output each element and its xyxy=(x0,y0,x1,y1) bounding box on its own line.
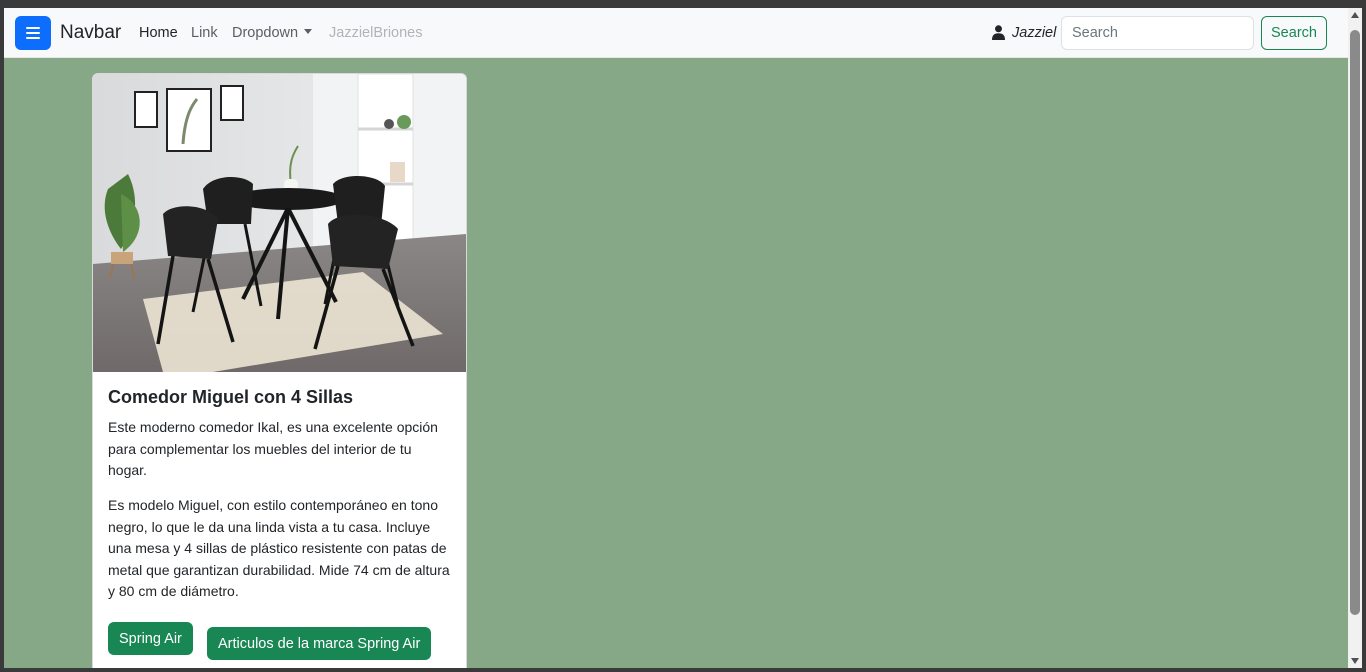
scroll-down-arrow-icon[interactable] xyxy=(1351,658,1359,664)
user-icon xyxy=(992,25,1005,40)
navbar: Navbar Home Link Dropdown JazzielBriones… xyxy=(4,8,1348,58)
navbar-toggler-button[interactable] xyxy=(15,16,51,50)
card-paragraph-1: Este moderno comedor Ikal, es una excele… xyxy=(108,419,438,479)
search-button[interactable]: Search xyxy=(1261,16,1327,50)
nav-dropdown-label: Dropdown xyxy=(232,25,299,41)
product-card: Comedor Miguel con 4 Sillas Este moderno… xyxy=(92,73,467,668)
scroll-thumb[interactable] xyxy=(1350,30,1360,615)
nav-link-home[interactable]: Home xyxy=(139,24,178,42)
window-frame xyxy=(0,0,1366,8)
caret-down-icon xyxy=(304,29,313,34)
card-image xyxy=(93,74,466,372)
user-name: Jazziel xyxy=(1012,25,1057,41)
spring-air-button[interactable]: Spring Air xyxy=(108,622,193,655)
scroll-up-arrow-icon[interactable] xyxy=(1351,12,1359,18)
vertical-scrollbar[interactable] xyxy=(1348,8,1362,668)
nav-dropdown-toggle[interactable]: Dropdown xyxy=(232,24,313,42)
hamburger-menu-icon xyxy=(26,27,40,39)
nav-link-disabled: JazzielBriones xyxy=(329,25,423,41)
search-input[interactable] xyxy=(1061,16,1254,50)
card-paragraph-2: Es modelo Miguel, con estilo contemporán… xyxy=(108,497,450,600)
navbar-brand[interactable]: Navbar xyxy=(60,21,121,45)
page-viewport: Navbar Home Link Dropdown JazzielBriones… xyxy=(4,8,1348,668)
brand-articles-button[interactable]: Articulos de la marca Spring Air xyxy=(207,627,432,660)
nav-link-link[interactable]: Link xyxy=(191,24,218,42)
card-title: Comedor Miguel con 4 Sillas xyxy=(108,387,354,407)
